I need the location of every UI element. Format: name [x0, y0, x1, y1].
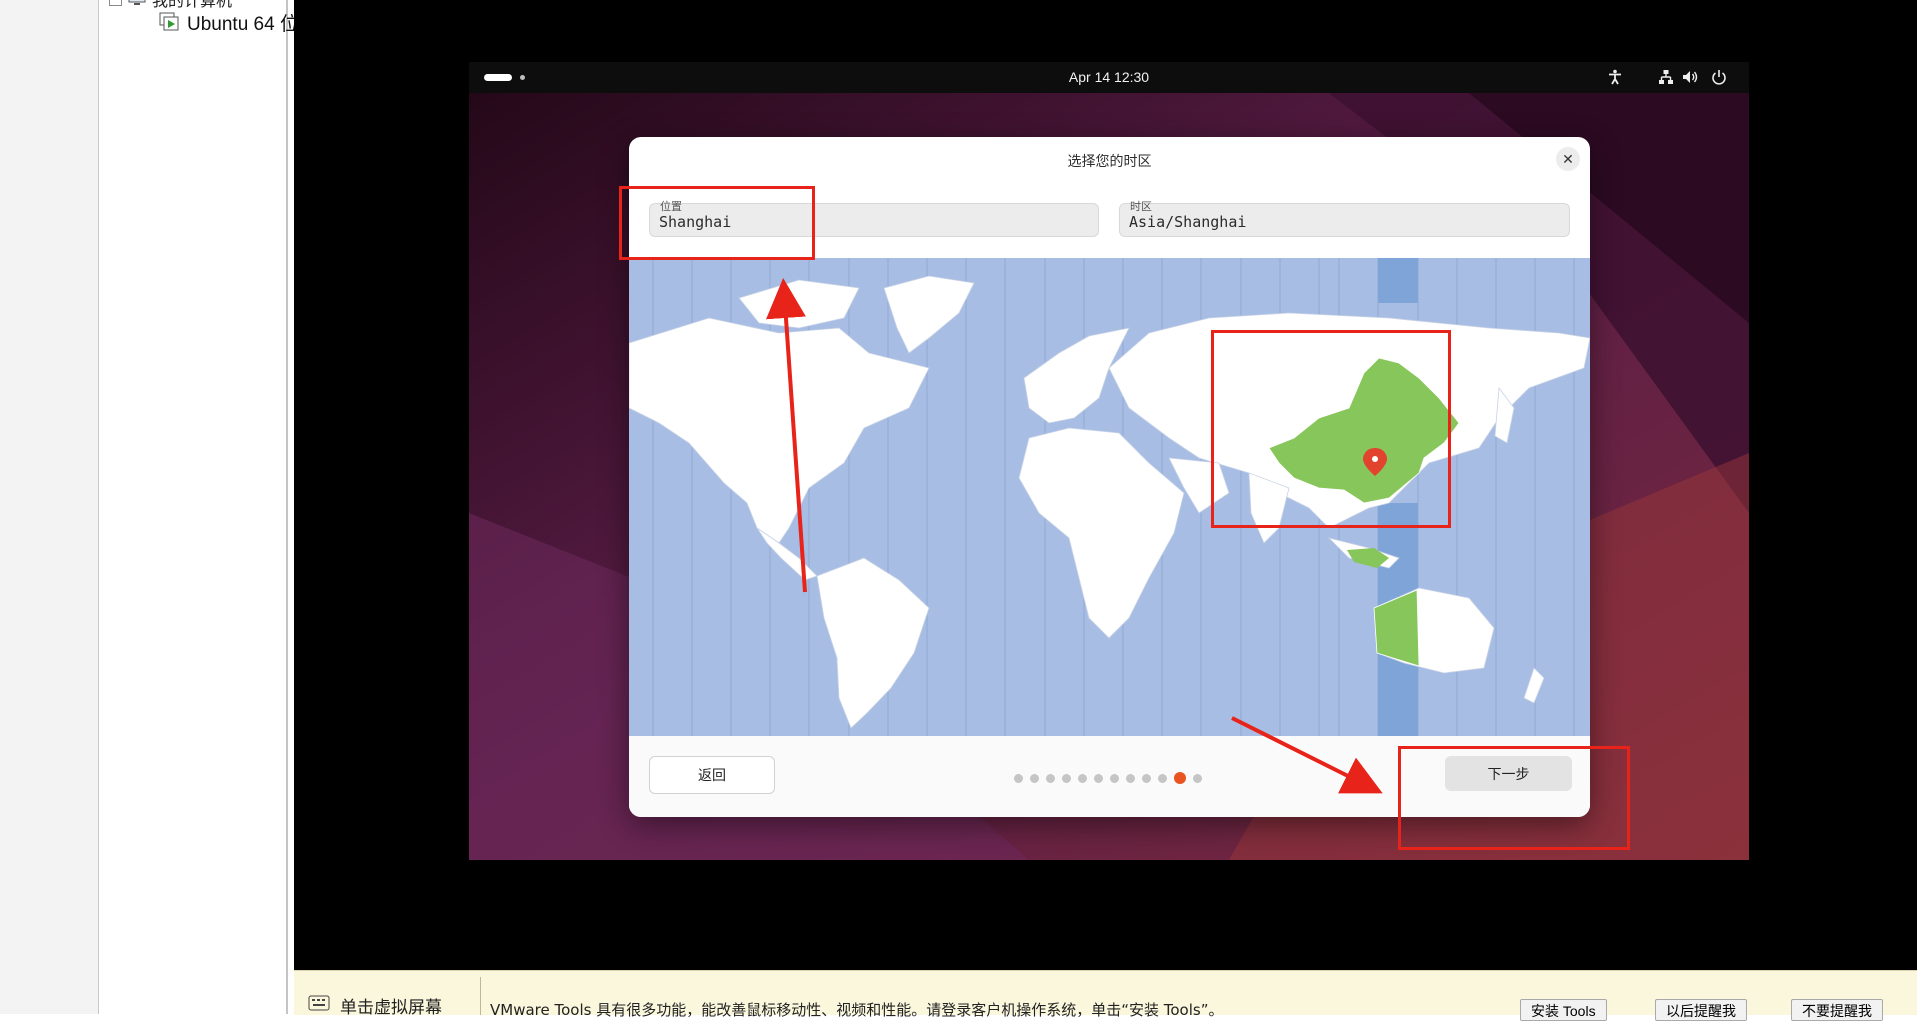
- computer-icon: [128, 0, 146, 5]
- volume-icon[interactable]: [1682, 69, 1698, 85]
- dont-remind-button[interactable]: 不要提醒我: [1791, 999, 1883, 1021]
- divider: [480, 977, 481, 1015]
- step-dot: [1078, 773, 1087, 783]
- step-dot: [1046, 773, 1055, 783]
- clock[interactable]: Apr 14 12:30: [469, 69, 1749, 85]
- location-input[interactable]: [659, 213, 1079, 231]
- step-dot: [1193, 773, 1202, 783]
- timezone-dialog: 选择您的时区 ✕ 位置 时区: [629, 137, 1590, 817]
- step-dot: [1062, 773, 1071, 783]
- dialog-title: 选择您的时区: [1067, 154, 1152, 170]
- step-dot: [1110, 773, 1119, 783]
- step-indicator: [1014, 772, 1202, 784]
- vmware-tools-notification: 单击虚拟屏幕 VMware Tools 具有很多功能，能改善鼠标移动性、视频和性…: [294, 970, 1917, 1021]
- tools-message: VMware Tools 具有很多功能，能改善鼠标移动性、视频和性能。请登录客户…: [490, 1001, 1224, 1019]
- next-button[interactable]: 下一步: [1445, 756, 1572, 791]
- network-icon[interactable]: [1658, 69, 1674, 85]
- vm-library-tree: − 我的计算机 Ubuntu 64 位: [99, 0, 299, 1014]
- location-field[interactable]: 位置: [649, 200, 1099, 237]
- install-tools-button[interactable]: 安装 Tools: [1520, 999, 1607, 1021]
- dialog-footer: 返回 下一步: [629, 736, 1590, 817]
- gnome-top-bar: Apr 14 12:30: [469, 62, 1749, 93]
- step-dot: [1142, 773, 1151, 783]
- step-dot: [1014, 773, 1023, 783]
- step-dot: [1158, 773, 1167, 783]
- timezone-label: 时区: [1130, 200, 1152, 213]
- keyboard-icon: [308, 995, 330, 1011]
- vm-name-label: Ubuntu 64 位: [187, 13, 299, 35]
- close-button[interactable]: ✕: [1556, 147, 1580, 171]
- step-dot: [1094, 773, 1103, 783]
- guest-screen[interactable]: Apr 14 12:30 选择您的时区 ✕ 位置 时区: [469, 62, 1749, 860]
- host-left-panel: [0, 0, 99, 1014]
- selected-timezone-band-top: [1378, 258, 1418, 303]
- accessibility-icon[interactable]: [1607, 69, 1623, 85]
- click-screen-hint: 单击虚拟屏幕: [340, 998, 442, 1018]
- location-label: 位置: [660, 200, 682, 213]
- power-icon[interactable]: [1711, 69, 1727, 85]
- tree-collapse-icon[interactable]: −: [109, 0, 122, 6]
- step-dot: [1030, 773, 1039, 783]
- back-button[interactable]: 返回: [649, 756, 775, 794]
- timezone-field[interactable]: 时区: [1119, 200, 1570, 237]
- close-icon: ✕: [1562, 151, 1574, 167]
- tree-node-vm[interactable]: Ubuntu 64 位: [159, 10, 299, 35]
- step-dot: [1126, 773, 1135, 783]
- timezone-input[interactable]: [1129, 213, 1549, 231]
- step-dot-current: [1174, 772, 1186, 784]
- timezone-world-map[interactable]: [629, 258, 1590, 736]
- vm-running-icon: [159, 12, 179, 31]
- remind-later-button[interactable]: 以后提醒我: [1655, 999, 1747, 1021]
